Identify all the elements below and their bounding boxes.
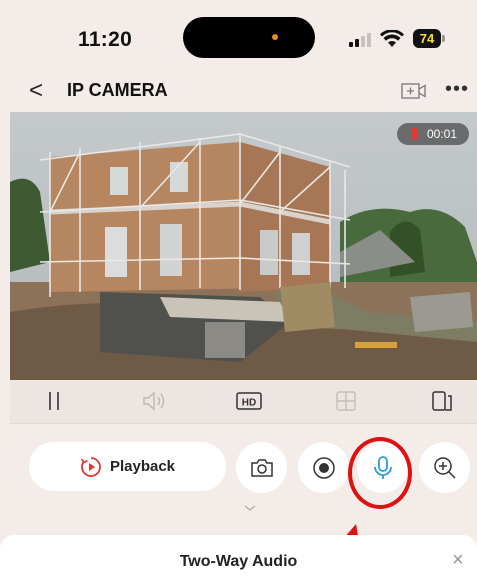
- playback-button[interactable]: Playback: [29, 442, 226, 491]
- recording-time: 00:01: [427, 127, 458, 141]
- recording-mic-icon: [411, 128, 418, 140]
- pause-icon[interactable]: [46, 390, 62, 412]
- annotation-circle: [348, 437, 412, 509]
- dynamic-island: [183, 17, 315, 58]
- page-title: IP CAMERA: [67, 80, 168, 100]
- add-camera-icon[interactable]: [401, 81, 427, 101]
- battery-nub: [442, 35, 445, 42]
- svg-text:HD: HD: [242, 398, 256, 409]
- camera-live-view[interactable]: [10, 112, 477, 380]
- privacy-indicator-dot: [272, 34, 278, 40]
- snapshot-button[interactable]: [236, 442, 287, 493]
- playback-label: Playback: [109, 458, 176, 475]
- recording-badge: 00:01: [397, 123, 469, 145]
- back-button[interactable]: <: [29, 77, 43, 105]
- camera-feed-image: [10, 112, 477, 380]
- more-options-icon[interactable]: •••: [445, 78, 469, 101]
- close-icon[interactable]: ×: [452, 549, 464, 572]
- zoom-in-icon: [433, 456, 456, 479]
- two-way-audio-sheet: Two-Way Audio ×: [0, 535, 477, 585]
- grid-icon[interactable]: [335, 390, 357, 412]
- cellular-signal-icon: [349, 33, 373, 47]
- sheet-title: Two-Way Audio: [179, 553, 298, 570]
- wifi-icon: [380, 30, 404, 47]
- battery-icon: 74: [413, 29, 441, 48]
- rotate-icon[interactable]: [431, 390, 455, 412]
- chevron-down-icon[interactable]: [243, 503, 257, 513]
- speaker-icon[interactable]: [141, 390, 167, 412]
- record-icon: [312, 456, 335, 479]
- zoom-button[interactable]: [419, 442, 470, 493]
- hd-icon[interactable]: HD: [235, 390, 263, 412]
- record-button[interactable]: [298, 442, 349, 493]
- video-control-bar: HD: [10, 380, 477, 424]
- playback-icon: [80, 456, 101, 477]
- status-time: 11:20: [78, 28, 133, 51]
- snapshot-icon: [250, 458, 273, 477]
- status-bar: 11:20 74: [0, 0, 477, 70]
